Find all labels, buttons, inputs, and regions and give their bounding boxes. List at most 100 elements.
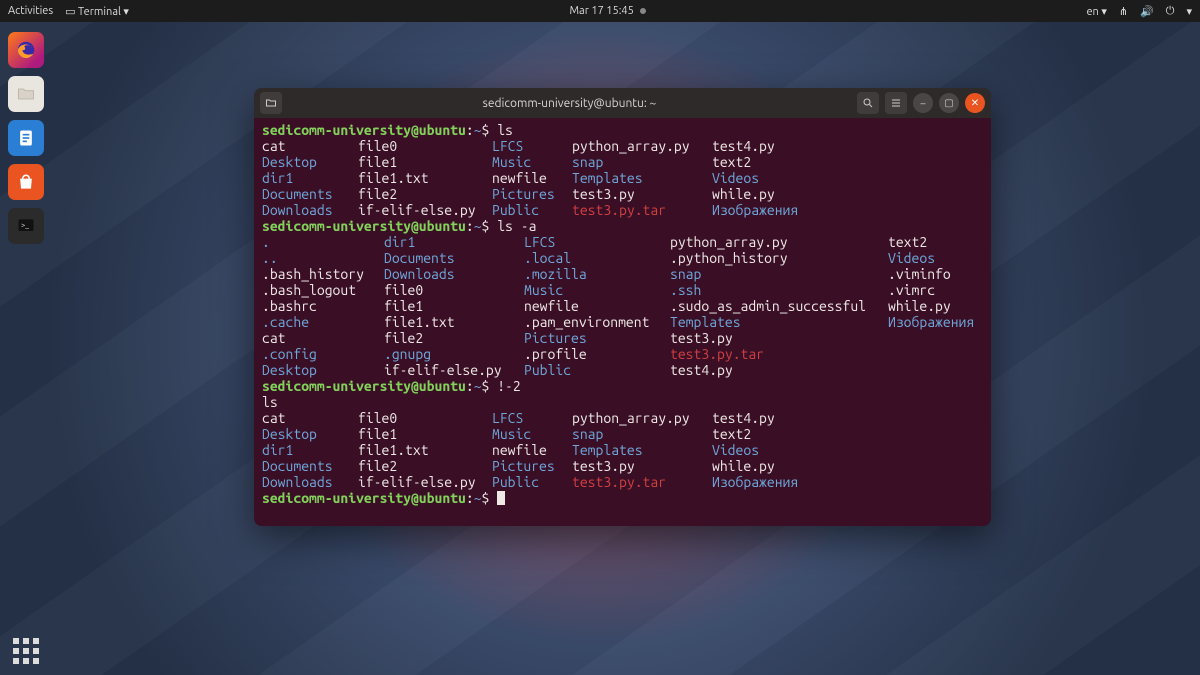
ls-entry: file2: [384, 330, 524, 346]
ls-entry: LFCS: [492, 138, 572, 154]
ls-entry: file1: [384, 298, 524, 314]
app-menu[interactable]: ▭ Terminal ▾: [65, 5, 129, 18]
minimize-button[interactable]: –: [913, 93, 933, 113]
ls-entry: LFCS: [492, 410, 572, 426]
ls-entry: Music: [492, 426, 572, 442]
cursor: [497, 491, 505, 505]
activities-button[interactable]: Activities: [8, 5, 53, 17]
ls-entry: ..: [262, 250, 384, 266]
ls-entry: .bashrc: [262, 298, 384, 314]
ls-entry: Изображения: [712, 202, 798, 218]
ls-entry: Templates: [572, 170, 712, 186]
ls-entry: Videos: [888, 250, 935, 266]
clock[interactable]: Mar 17 15:45: [569, 5, 645, 17]
volume-icon[interactable]: 🔊: [1140, 5, 1154, 18]
folder-plus-icon: [265, 97, 277, 109]
ls-entry: Desktop: [262, 362, 384, 378]
terminal-titlebar[interactable]: sedicomm-university@ubuntu: ~ – ▢ ✕: [254, 88, 991, 118]
ls-entry: dir1: [262, 442, 358, 458]
ls-entry: dir1: [262, 170, 358, 186]
caret-icon[interactable]: ▾: [1186, 5, 1192, 18]
ls-entry: test4.py: [712, 138, 775, 154]
ls-entry: cat: [262, 138, 358, 154]
ls-entry: .bash_history: [262, 266, 384, 282]
search-icon: [862, 97, 874, 109]
ls-entry: text2: [712, 154, 751, 170]
ls-entry: Videos: [712, 442, 759, 458]
ls-entry: Desktop: [262, 154, 358, 170]
window-title: sedicomm-university@ubuntu: ~: [282, 97, 857, 110]
ls-entry: dir1: [384, 234, 524, 250]
ls-entry: newfile: [492, 442, 572, 458]
ls-entry: .mozilla: [524, 266, 670, 282]
ls-entry: file1.txt: [358, 442, 492, 458]
ls-entry: test4.py: [712, 410, 775, 426]
new-tab-button[interactable]: [260, 92, 282, 114]
ls-entry: snap: [572, 426, 712, 442]
dock-terminal[interactable]: >_: [8, 208, 44, 244]
ls-entry: Desktop: [262, 426, 358, 442]
ls-entry: Pictures: [524, 330, 670, 346]
ls-entry: Изображения: [712, 474, 798, 490]
ls-entry: newfile: [492, 170, 572, 186]
ls-entry: file0: [384, 282, 524, 298]
ls-entry: file0: [358, 138, 492, 154]
ls-entry: text2: [888, 234, 927, 250]
terminal-body[interactable]: sedicomm-university@ubuntu:~$ lscatfile0…: [254, 118, 991, 526]
terminal-icon: >_: [16, 216, 36, 236]
ls-entry: Public: [492, 202, 572, 218]
ls-entry: test3.py.tar: [670, 346, 888, 362]
ls-entry: Templates: [572, 442, 712, 458]
ls-entry: if-elif-else.py: [384, 362, 524, 378]
search-button[interactable]: [857, 92, 879, 114]
ls-entry: while.py: [712, 458, 775, 474]
ls-entry: .viminfo: [888, 266, 951, 282]
ls-entry: python_array.py: [670, 234, 888, 250]
ls-entry: while.py: [712, 186, 775, 202]
ls-entry: .: [262, 234, 384, 250]
ls-entry: Downloads: [262, 202, 358, 218]
lang-indicator[interactable]: en ▾: [1086, 5, 1106, 18]
ls-entry: Public: [492, 474, 572, 490]
hamburger-menu-button[interactable]: [885, 92, 907, 114]
dock: >_: [4, 28, 48, 669]
ls-entry: .sudo_as_admin_successful: [670, 298, 888, 314]
ls-entry: .pam_environment: [524, 314, 670, 330]
ls-entry: Изображения: [888, 314, 974, 330]
ls-entry: file1.txt: [358, 170, 492, 186]
firefox-icon: [15, 39, 37, 61]
ls-entry: .cache: [262, 314, 384, 330]
ls-entry: newfile: [524, 298, 670, 314]
document-icon: [16, 128, 36, 148]
ls-entry: test4.py: [670, 362, 888, 378]
ls-entry: Pictures: [492, 458, 572, 474]
ls-entry: test3.py.tar: [572, 202, 712, 218]
ls-entry: test3.py: [572, 186, 712, 202]
ls-entry: .gnupg: [384, 346, 524, 362]
ls-entry: .ssh: [670, 282, 888, 298]
network-icon[interactable]: ⋔: [1119, 5, 1128, 18]
show-applications-button[interactable]: [8, 633, 44, 669]
ls-entry: LFCS: [524, 234, 670, 250]
ls-entry: Downloads: [384, 266, 524, 282]
ls-entry: file2: [358, 186, 492, 202]
ls-entry: .bash_logout: [262, 282, 384, 298]
maximize-button[interactable]: ▢: [939, 93, 959, 113]
dock-files[interactable]: [8, 76, 44, 112]
close-button[interactable]: ✕: [965, 93, 985, 113]
ls-entry: test3.py.tar: [572, 474, 712, 490]
dock-firefox[interactable]: [8, 32, 44, 68]
ls-entry: file0: [358, 410, 492, 426]
ls-entry: Public: [524, 362, 670, 378]
dock-writer[interactable]: [8, 120, 44, 156]
terminal-window: sedicomm-university@ubuntu: ~ – ▢ ✕ sedi…: [254, 88, 991, 526]
menu-icon: [890, 97, 902, 109]
power-icon[interactable]: ⏻: [1166, 5, 1175, 18]
ls-entry: Templates: [670, 314, 888, 330]
ls-entry: text2: [712, 426, 751, 442]
ls-entry: test3.py: [572, 458, 712, 474]
ls-entry: file1: [358, 154, 492, 170]
dock-software[interactable]: [8, 164, 44, 200]
ls-entry: if-elif-else.py: [358, 474, 492, 490]
gnome-topbar: Activities ▭ Terminal ▾ Mar 17 15:45 en …: [0, 0, 1200, 22]
